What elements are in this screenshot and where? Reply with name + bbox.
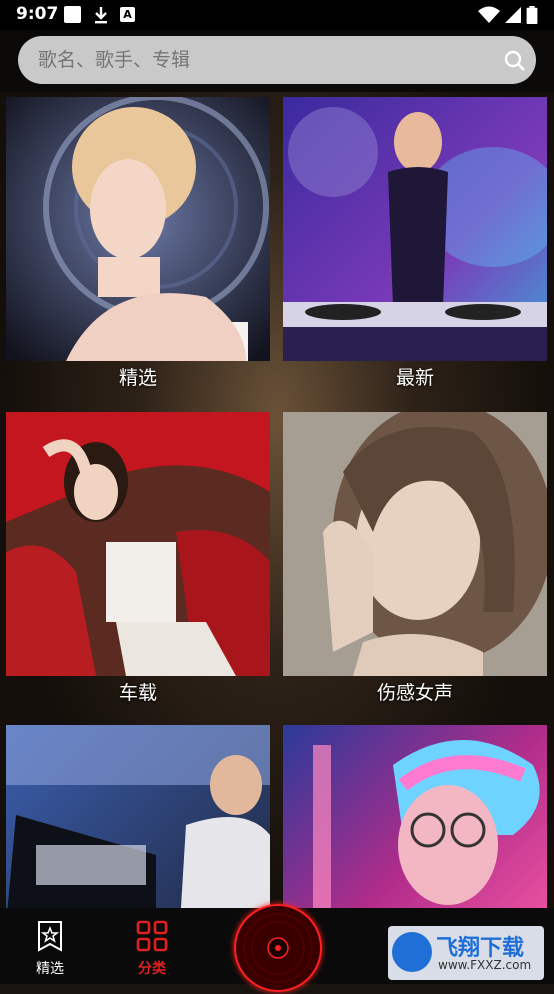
category-card-electronic[interactable] — [283, 725, 547, 908]
category-label-car: 车载 — [118, 682, 157, 704]
category-card-sad-female[interactable] — [283, 412, 547, 676]
nav-category-label: 分类 — [138, 961, 166, 977]
vinyl-disc-player-button[interactable] — [234, 904, 322, 992]
vinyl-disc-icon — [243, 913, 313, 983]
bottom-navigation: 精选 分类 飞翔下载 www.FXXZ.com — [0, 904, 554, 992]
search-bar[interactable]: 歌名、歌手、专辑 — [18, 36, 536, 84]
search-icon[interactable] — [504, 50, 526, 72]
grid-icon — [136, 920, 168, 952]
category-label-sad-female: 伤感女声 — [376, 682, 453, 704]
wifi-icon — [478, 6, 500, 23]
watermark-url: www.FXXZ.com — [438, 958, 532, 972]
status-bar: 9:07 A — [0, 0, 554, 30]
nav-featured-label: 精选 — [36, 961, 64, 977]
download-icon — [95, 7, 107, 24]
battery-icon — [526, 6, 538, 24]
category-label-latest: 最新 — [395, 367, 434, 389]
category-card-dj[interactable] — [6, 725, 270, 908]
dj-cover-image — [6, 725, 270, 908]
latest-cover-image — [283, 97, 547, 361]
category-card-featured[interactable] — [6, 97, 270, 361]
status-time: 9:07 — [16, 4, 59, 24]
featured-cover-image — [6, 97, 270, 361]
nav-category[interactable]: 分类 — [122, 920, 182, 978]
star-page-icon — [38, 921, 62, 952]
nav-featured[interactable]: 精选 — [20, 920, 80, 978]
category-grid: 精选 最新 车载 伤感女声 — [0, 92, 554, 908]
electronic-cover-image — [283, 725, 547, 908]
notification-square-icon — [64, 6, 81, 23]
watermark-logo-icon — [392, 932, 432, 972]
car-cover-image — [6, 412, 270, 676]
signal-icon — [505, 7, 521, 23]
category-label-featured: 精选 — [118, 367, 157, 389]
search-input[interactable]: 歌名、歌手、专辑 — [38, 36, 478, 84]
watermark-badge: 飞翔下载 www.FXXZ.com — [388, 926, 544, 980]
category-card-car[interactable] — [6, 412, 270, 676]
search-header: 歌名、歌手、专辑 — [0, 30, 554, 92]
category-card-latest[interactable] — [283, 97, 547, 361]
a-notification-icon: A — [120, 7, 135, 22]
sad-female-cover-image — [283, 412, 547, 676]
